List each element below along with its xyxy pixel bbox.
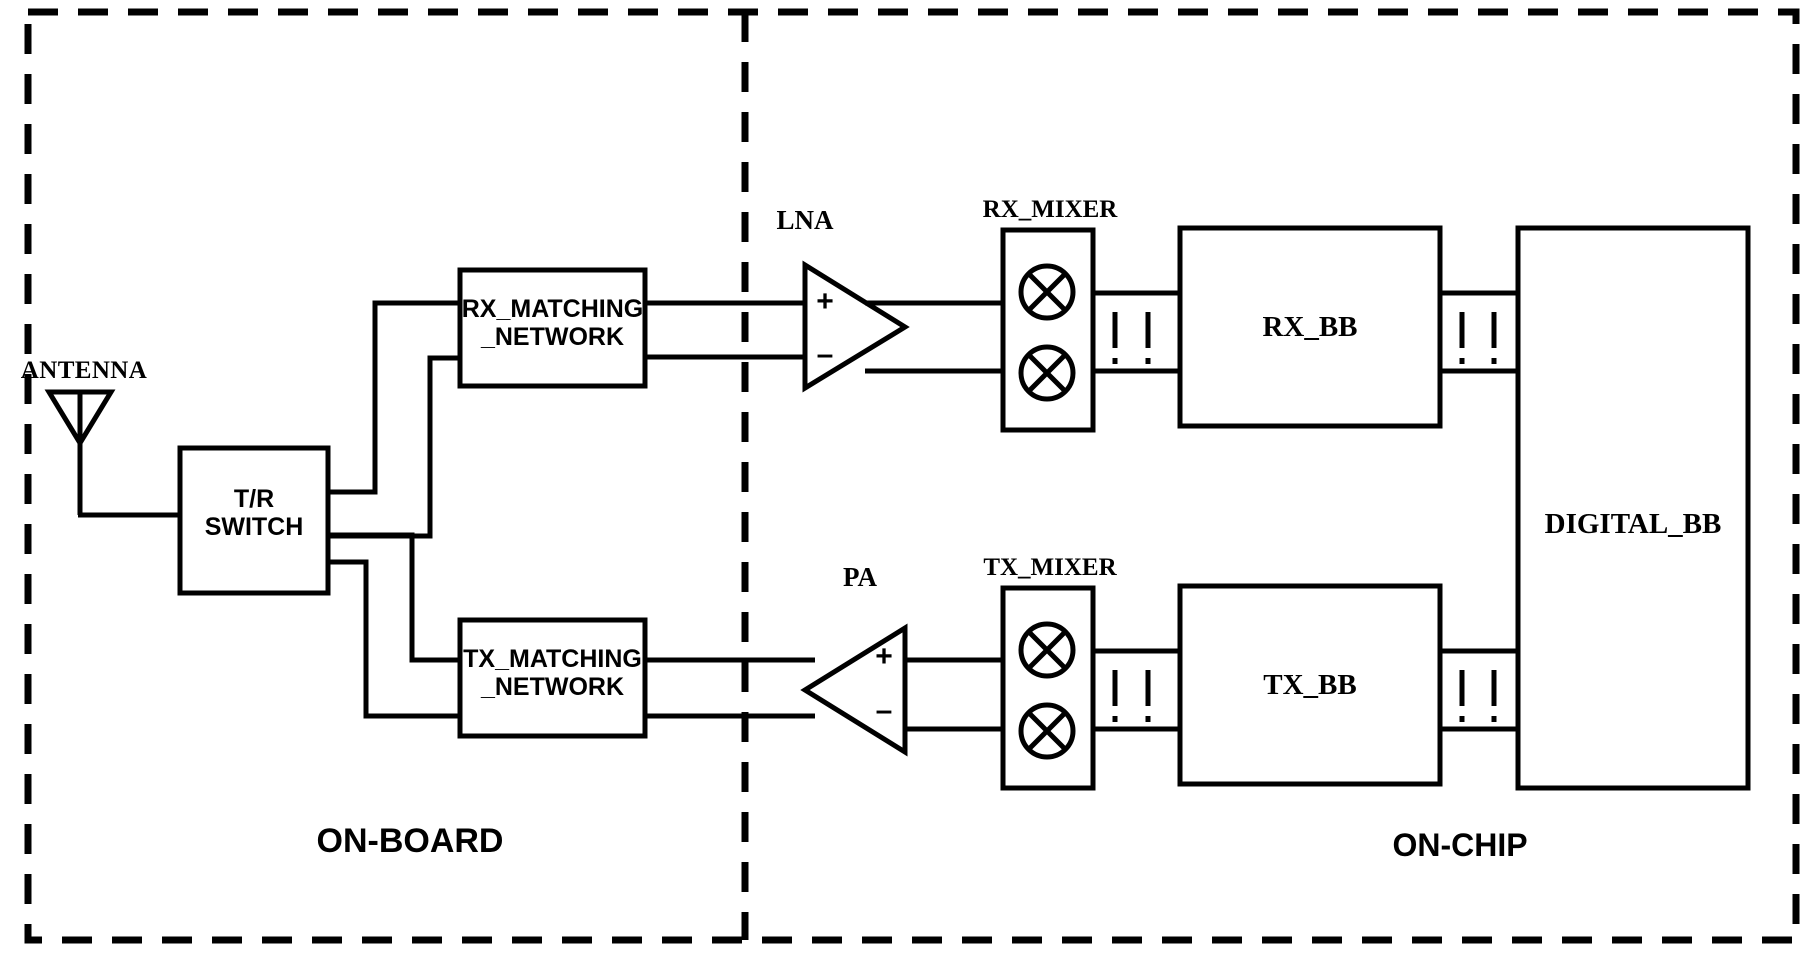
bus-rx-mixer-to-rx-bb (1093, 290, 1180, 374)
lna-label: LNA (776, 205, 834, 235)
tx-bb-label: TX_BB (1263, 669, 1357, 701)
lna-minus-terminal-label: – (816, 338, 834, 371)
antenna-label: ANTENNA (20, 357, 148, 384)
antenna-icon (44, 389, 180, 518)
diagram-canvas: ANTENNA T/R SWITCH RX_MATCHING _NETWORK … (0, 0, 1820, 962)
bus-tx-bb-to-tx-mixer (1093, 648, 1180, 732)
tr-switch-label: T/R SWITCH (204, 485, 304, 541)
bus-rx-bb-to-digital-bb (1440, 290, 1518, 374)
diagram-vector-layer (24, 8, 1800, 944)
lna-plus-terminal-label: + (816, 285, 834, 318)
wire-pa-to-tx-matching (645, 657, 815, 719)
tx-matching-network-label: TX_MATCHING _NETWORK (463, 645, 642, 701)
digital-bb-label: DIGITAL_BB (1544, 508, 1722, 540)
tx-mixer-label: TX_MIXER (983, 554, 1117, 581)
pa-minus-terminal-label: – (875, 694, 893, 727)
wire-rx-matching-to-lna (645, 300, 805, 360)
wire-tx-mixer-to-pa (905, 657, 1003, 732)
wire-trswitch-to-rx-matching (328, 300, 460, 539)
tx-mixer-box (1000, 585, 1096, 791)
pa-plus-terminal-label: + (875, 640, 893, 673)
rx-bb-label: RX_BB (1262, 311, 1358, 343)
on-chip-region-label: ON-CHIP (1392, 827, 1528, 863)
rx-matching-network-label: RX_MATCHING _NETWORK (461, 295, 644, 351)
pa-label: PA (843, 562, 877, 592)
on-board-region-label: ON-BOARD (316, 822, 504, 860)
wire-trswitch-to-tx-matching (328, 532, 460, 719)
rx-mixer-label: RX_MIXER (982, 196, 1118, 223)
rx-mixer-box (1000, 227, 1096, 433)
bus-digital-bb-to-tx-bb (1440, 648, 1518, 732)
